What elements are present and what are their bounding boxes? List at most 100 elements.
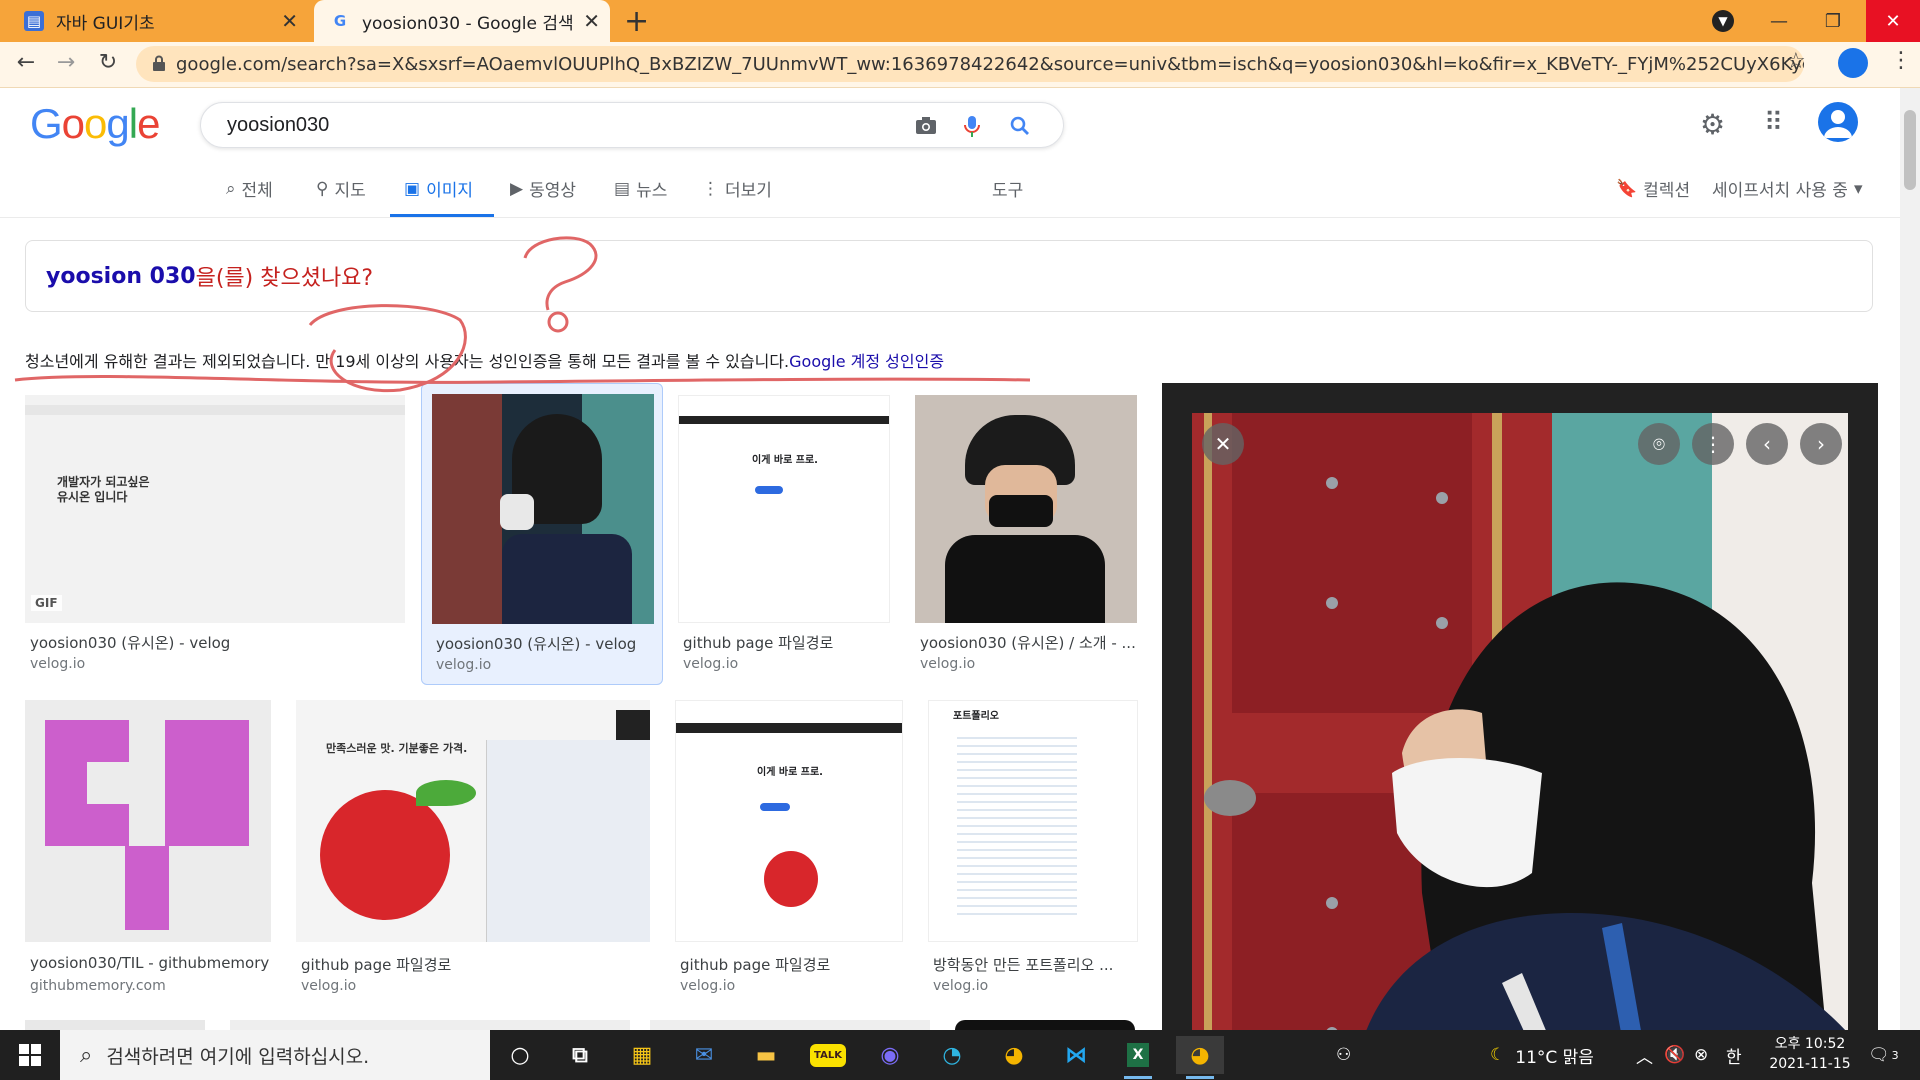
result-title[interactable]: yoosion030 (유시온) / 소개 - ...: [920, 632, 1136, 653]
result-site[interactable]: velog.io: [920, 656, 975, 672]
devtools-panel: [486, 740, 650, 942]
people-icon[interactable]: ⚇: [1336, 1030, 1351, 1080]
back-icon[interactable]: ←: [10, 50, 42, 75]
kakaotalk-icon[interactable]: TALK: [804, 1036, 852, 1074]
scrollbar-thumb[interactable]: [1904, 110, 1916, 190]
browser-tab-google-search[interactable]: G yoosion030 - Google 검색 ✕: [314, 0, 610, 42]
image-result[interactable]: 이게 바로 프로. github page 파일경로 velog.io: [678, 395, 890, 685]
task-view-icon[interactable]: ⧉: [556, 1036, 604, 1074]
result-title[interactable]: yoosion030/TIL - githubmemory: [30, 954, 269, 972]
taskbar-search-box[interactable]: ⌕ 검색하려면 여기에 입력하십시오.: [60, 1030, 490, 1080]
network-icon[interactable]: ⊗: [1694, 1030, 1708, 1080]
image-result[interactable]: 만족스러운 맛. 기분좋은 가격. github page 파일경로 velog…: [296, 700, 650, 1000]
tray-overflow-icon[interactable]: ︿: [1636, 1030, 1653, 1080]
result-site[interactable]: velog.io: [683, 656, 738, 672]
next-image-icon[interactable]: ›: [1800, 423, 1842, 465]
url-field[interactable]: google.com/search?sa=X&sxsrf=AOaemvlOUUP…: [136, 46, 1804, 82]
result-site[interactable]: githubmemory.com: [30, 978, 166, 994]
tab-videos[interactable]: ▶ 동영상: [510, 176, 576, 202]
google-logo[interactable]: Google: [30, 100, 160, 148]
cortana-icon[interactable]: ○: [496, 1036, 544, 1074]
google-apps-icon[interactable]: ⠿: [1764, 108, 1783, 138]
restore-icon[interactable]: ❐: [1810, 0, 1856, 42]
lock-icon[interactable]: [152, 55, 166, 71]
result-title[interactable]: yoosion030 (유시온) - velog: [30, 632, 230, 653]
partial-result[interactable]: [25, 1020, 205, 1030]
weather-widget[interactable]: ☾ 11°C 맑음: [1490, 1030, 1594, 1080]
image-result[interactable]: 이게 바로 프로. github page 파일경로 velog.io: [675, 700, 903, 1000]
new-tab-icon[interactable]: +: [624, 4, 649, 39]
tab-news[interactable]: ▤ 뉴스: [614, 176, 667, 202]
chrome-icon[interactable]: ◕: [990, 1036, 1038, 1074]
search-input[interactable]: [227, 113, 887, 137]
more-options-icon[interactable]: ⋮: [1692, 423, 1734, 465]
bookmark-star-icon[interactable]: ☆: [1786, 49, 1806, 74]
ime-indicator[interactable]: 한: [1726, 1030, 1742, 1080]
result-site[interactable]: velog.io: [436, 657, 491, 673]
thumb-caption: 개발자가 되고싶은 유시온 입니다: [57, 475, 150, 504]
browser-tab-java-gui[interactable]: ▤ 자바 GUI기초 ✕: [0, 0, 308, 42]
page-scrollbar[interactable]: [1900, 88, 1920, 1030]
result-title[interactable]: github page 파일경로: [301, 954, 451, 975]
file-explorer-icon[interactable]: ▬: [742, 1036, 790, 1074]
edge-icon[interactable]: ◔: [928, 1036, 976, 1074]
result-title[interactable]: yoosion030 (유시온) - velog: [436, 633, 636, 654]
minimize-icon[interactable]: —: [1756, 0, 1802, 42]
result-site[interactable]: velog.io: [30, 656, 85, 672]
tab-maps[interactable]: ⚲ 지도: [316, 176, 366, 202]
excel-icon[interactable]: X: [1114, 1036, 1162, 1079]
system-clock[interactable]: 오후 10:52 2021-11-15: [1760, 1034, 1860, 1074]
close-tab-icon[interactable]: ✕: [281, 9, 298, 33]
mail-icon[interactable]: ✉: [680, 1036, 728, 1074]
close-tab-icon[interactable]: ✕: [583, 9, 600, 33]
image-result-selected[interactable]: yoosion030 (유시온) - velog velog.io: [421, 383, 663, 685]
volume-icon[interactable]: 🔇: [1664, 1030, 1685, 1080]
forward-icon[interactable]: →: [50, 50, 82, 75]
tab-images[interactable]: ▣ 이미지: [404, 176, 473, 202]
shirt: [945, 535, 1105, 623]
search-icon[interactable]: [1007, 113, 1033, 139]
result-title[interactable]: 방학동안 만든 포트폴리오 ...: [933, 954, 1113, 975]
vscode-icon[interactable]: ⋈: [1052, 1036, 1100, 1074]
result-title[interactable]: github page 파일경로: [683, 632, 833, 653]
tab-more[interactable]: ⋮ 더보기: [702, 176, 772, 202]
window-close-icon[interactable]: ✕: [1866, 0, 1920, 42]
camera-icon[interactable]: [913, 113, 939, 139]
image-result[interactable]: 개발자가 되고싶은 유시온 입니다 GIF yoosion030 (유시온) -…: [25, 395, 405, 685]
partial-result[interactable]: [230, 1020, 630, 1030]
windows-start-icon[interactable]: [0, 1030, 60, 1080]
adult-verification-link[interactable]: Google 계정 성인인증: [789, 352, 944, 371]
image-result[interactable]: 포트폴리오 방학동안 만든 포트폴리오 ... velog.io: [928, 700, 1138, 1000]
partial-result[interactable]: [650, 1020, 930, 1030]
tools-button[interactable]: 도구: [992, 176, 1023, 201]
tab-title: 자바 GUI기초: [56, 13, 155, 34]
result-site[interactable]: velog.io: [301, 978, 356, 994]
close-preview-icon[interactable]: ✕: [1202, 423, 1244, 465]
profile-avatar-icon[interactable]: [1838, 48, 1868, 78]
store-icon[interactable]: ▦: [618, 1036, 666, 1074]
image-result[interactable]: yoosion030 (유시온) / 소개 - ... velog.io: [915, 395, 1137, 685]
discord-icon[interactable]: ◉: [866, 1036, 914, 1074]
settings-gear-icon[interactable]: ⚙: [1700, 108, 1725, 141]
chrome-active-icon[interactable]: ◕: [1176, 1036, 1224, 1079]
partial-result[interactable]: [955, 1020, 1135, 1030]
preview-image[interactable]: [1192, 413, 1848, 1080]
account-avatar[interactable]: [1818, 102, 1858, 142]
safesearch-dropdown[interactable]: 세이프서치 사용 중 ▾: [1712, 176, 1862, 202]
result-title[interactable]: github page 파일경로: [680, 954, 830, 975]
lens-search-icon[interactable]: ⌾: [1638, 423, 1680, 465]
tab-search-icon[interactable]: ▼: [1712, 10, 1734, 32]
collections-button[interactable]: 🔖 컬렉션: [1616, 176, 1690, 202]
image-result[interactable]: yoosion030/TIL - githubmemory githubmemo…: [25, 700, 271, 1000]
reload-icon[interactable]: ↻: [92, 50, 124, 75]
fake-button: [755, 486, 783, 494]
notification-center-icon[interactable]: 🗨 3: [1868, 1030, 1899, 1080]
tab-all[interactable]: ⌕ 전체: [226, 176, 273, 202]
result-site[interactable]: velog.io: [933, 978, 988, 994]
browser-menu-icon[interactable]: ⋮: [1890, 48, 1912, 73]
suggestion-link[interactable]: yoosion 030: [46, 264, 196, 289]
previous-image-icon[interactable]: ‹: [1746, 423, 1788, 465]
result-site[interactable]: velog.io: [680, 978, 735, 994]
microphone-icon[interactable]: [959, 113, 985, 139]
excel-logo: X: [1126, 1043, 1150, 1067]
